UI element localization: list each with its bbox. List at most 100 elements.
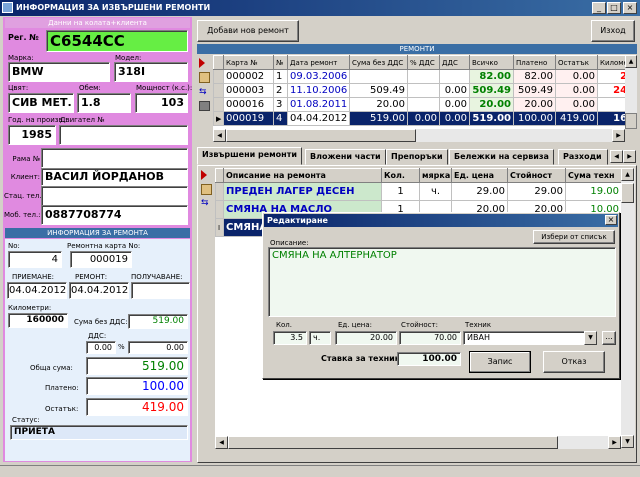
work-tech-cell[interactable]: 19.00 [565, 182, 621, 201]
chevron-down-icon[interactable]: ▼ [584, 331, 597, 345]
repairs-col-km[interactable]: Километр [597, 55, 625, 70]
repair-total-cell[interactable]: 20.00 [469, 97, 514, 112]
repair-paid-cell[interactable]: 100.00 [513, 111, 556, 126]
price-field[interactable]: 20.00 [335, 331, 397, 345]
repair-date-field[interactable]: 04.04.2012 [69, 282, 129, 299]
repair-novat-cell[interactable]: 20.00 [349, 97, 408, 112]
work-vscroll[interactable]: ▲ ▼ [621, 168, 635, 448]
receive-date-field[interactable] [131, 282, 190, 299]
engine-field[interactable] [59, 125, 188, 145]
repair-no-cell[interactable]: 1 [273, 69, 288, 84]
scroll-up-icon[interactable]: ▲ [625, 55, 637, 68]
repair-rest-cell[interactable]: 0.00 [555, 69, 598, 84]
reg-field[interactable]: C6544CC [46, 30, 188, 52]
repair-vat-cell[interactable]: 0.00 [439, 111, 470, 126]
qty-field[interactable]: 3.5 [273, 331, 307, 345]
repair-rest-cell[interactable]: 0.00 [555, 97, 598, 112]
customer-field[interactable]: ВАСИЛ ЙОРДАНОВ [41, 168, 188, 186]
work-col-value[interactable]: Стойност [507, 168, 566, 183]
tab-next-icon[interactable]: ▶ [623, 150, 636, 163]
scroll-right-icon[interactable]: ▶ [608, 436, 621, 449]
vat-percent-field[interactable]: 0.00 [86, 341, 116, 354]
power-field[interactable]: 103 [135, 93, 188, 113]
repair-rest-cell[interactable]: 0.00 [555, 83, 598, 98]
frame-field[interactable] [41, 148, 188, 168]
repair-novat-cell[interactable]: 509.49 [349, 83, 408, 98]
hscroll-thumb[interactable] [228, 436, 558, 449]
repair-paid-cell[interactable]: 509.49 [513, 83, 556, 98]
repair-total-cell[interactable]: 509.49 [469, 83, 514, 98]
repair-vat-cell[interactable]: 0.00 [439, 97, 470, 112]
repair-vat-cell[interactable]: 0.00 [439, 83, 470, 98]
repairs-row-selected[interactable]: ▶ 000019 4 04.04.2012 519.00 0.00 0.00 5… [213, 111, 625, 126]
repair-km-cell[interactable]: 1 [597, 97, 625, 112]
work-col-tech[interactable]: Сума техн [565, 168, 621, 183]
tab-expenses[interactable]: Разходи [558, 149, 608, 165]
more-button[interactable]: ... [602, 331, 616, 345]
repair-paid-cell[interactable]: 20.00 [513, 97, 556, 112]
work-col-price[interactable]: Ед. цена [451, 168, 508, 183]
repair-pct-cell[interactable]: 0.00 [407, 111, 440, 126]
repair-pct-cell[interactable] [407, 69, 440, 84]
repair-total-cell[interactable]: 82.00 [469, 69, 514, 84]
repair-km-cell[interactable]: 215 [597, 69, 625, 84]
repair-card-cell[interactable]: 000002 [223, 69, 274, 84]
desc-textarea[interactable]: СМЯНА НА АЛТЕРНАТОР [268, 247, 616, 317]
volume-field[interactable]: 1.8 [77, 93, 131, 113]
swap-icon[interactable]: ⇆ [199, 87, 210, 98]
repair-km-cell[interactable]: 2450 [597, 83, 625, 98]
work-col-desc[interactable]: Описание на ремонта [223, 168, 382, 183]
repair-paid-cell[interactable]: 82.00 [513, 69, 556, 84]
work-qty-cell[interactable]: 1 [381, 182, 420, 201]
tab-repairs[interactable]: Извършени ремонти [197, 147, 302, 165]
km-field[interactable]: 160000 [8, 313, 68, 328]
repair-rest-cell[interactable]: 419.00 [555, 111, 598, 126]
card-no-field[interactable]: 000019 [70, 251, 132, 268]
repair-novat-cell[interactable]: 519.00 [349, 111, 408, 126]
accept-date-field[interactable]: 04.04.2012 [7, 282, 67, 299]
repairs-row[interactable]: 000003 2 11.10.2006 509.49 0.00 509.49 5… [213, 83, 625, 98]
hscroll-thumb[interactable] [226, 129, 416, 142]
repair-no-cell[interactable]: 2 [273, 83, 288, 98]
repairs-col-paid[interactable]: Платено [513, 55, 556, 70]
repairs-col-total[interactable]: Всичко [469, 55, 514, 70]
make-field[interactable]: BMW [8, 62, 110, 82]
color-field[interactable]: СИВ МЕТ. [8, 93, 74, 113]
add-row-icon[interactable] [199, 58, 210, 68]
work-desc-cell[interactable]: ПРЕДЕН ЛАГЕР ДЕСЕН [223, 182, 382, 201]
repair-no-field[interactable]: 4 [8, 251, 62, 268]
work-col-unit[interactable]: мярка [419, 168, 452, 183]
work-unit-cell[interactable]: ч. [419, 182, 452, 201]
repairs-col-vat[interactable]: ДДС [439, 55, 470, 70]
repair-vat-cell[interactable] [439, 69, 470, 84]
work-value-cell[interactable]: 29.00 [507, 182, 566, 201]
scroll-left-icon[interactable]: ◀ [213, 129, 226, 142]
scroll-up-icon[interactable]: ▲ [621, 168, 634, 181]
close-button[interactable]: × [623, 2, 637, 14]
repair-card-cell[interactable]: 000003 [223, 83, 274, 98]
repairs-col-date[interactable]: Дата ремонт [287, 55, 350, 70]
work-row[interactable]: ПРЕДЕН ЛАГЕР ДЕСЕН 1 ч. 29.00 29.00 19.0… [215, 182, 621, 201]
repair-pct-cell[interactable] [407, 83, 440, 98]
repairs-hscroll[interactable]: ◀ ▶ [213, 129, 625, 142]
maximize-button[interactable]: □ [607, 2, 621, 14]
swap-work-icon[interactable]: ⇆ [201, 198, 212, 209]
repair-date-cell[interactable]: 11.10.2006 [287, 83, 350, 98]
scroll-right-icon[interactable]: ▶ [612, 129, 625, 142]
repair-date-cell[interactable]: 09.03.2006 [287, 69, 350, 84]
vscroll-thumb[interactable] [621, 183, 634, 203]
repair-pct-cell[interactable] [407, 97, 440, 112]
repairs-col-no[interactable]: № [273, 55, 288, 70]
cancel-button[interactable]: Отказ [543, 351, 605, 373]
repair-novat-cell[interactable] [349, 69, 408, 84]
save-button[interactable]: Запис [469, 351, 531, 373]
repair-no-cell[interactable]: 3 [273, 97, 288, 112]
repair-km-cell[interactable]: 1600 [597, 111, 625, 126]
repair-card-cell[interactable]: 000016 [223, 97, 274, 112]
year-field[interactable]: 1985 [8, 125, 56, 145]
repair-total-cell[interactable]: 519.00 [469, 111, 514, 126]
exit-button[interactable]: Изход [591, 20, 635, 42]
edit-work-icon[interactable] [201, 184, 212, 195]
mobile-field[interactable]: 0887708774 [41, 205, 188, 225]
repair-date-cell[interactable]: 04.04.2012 [287, 111, 350, 126]
